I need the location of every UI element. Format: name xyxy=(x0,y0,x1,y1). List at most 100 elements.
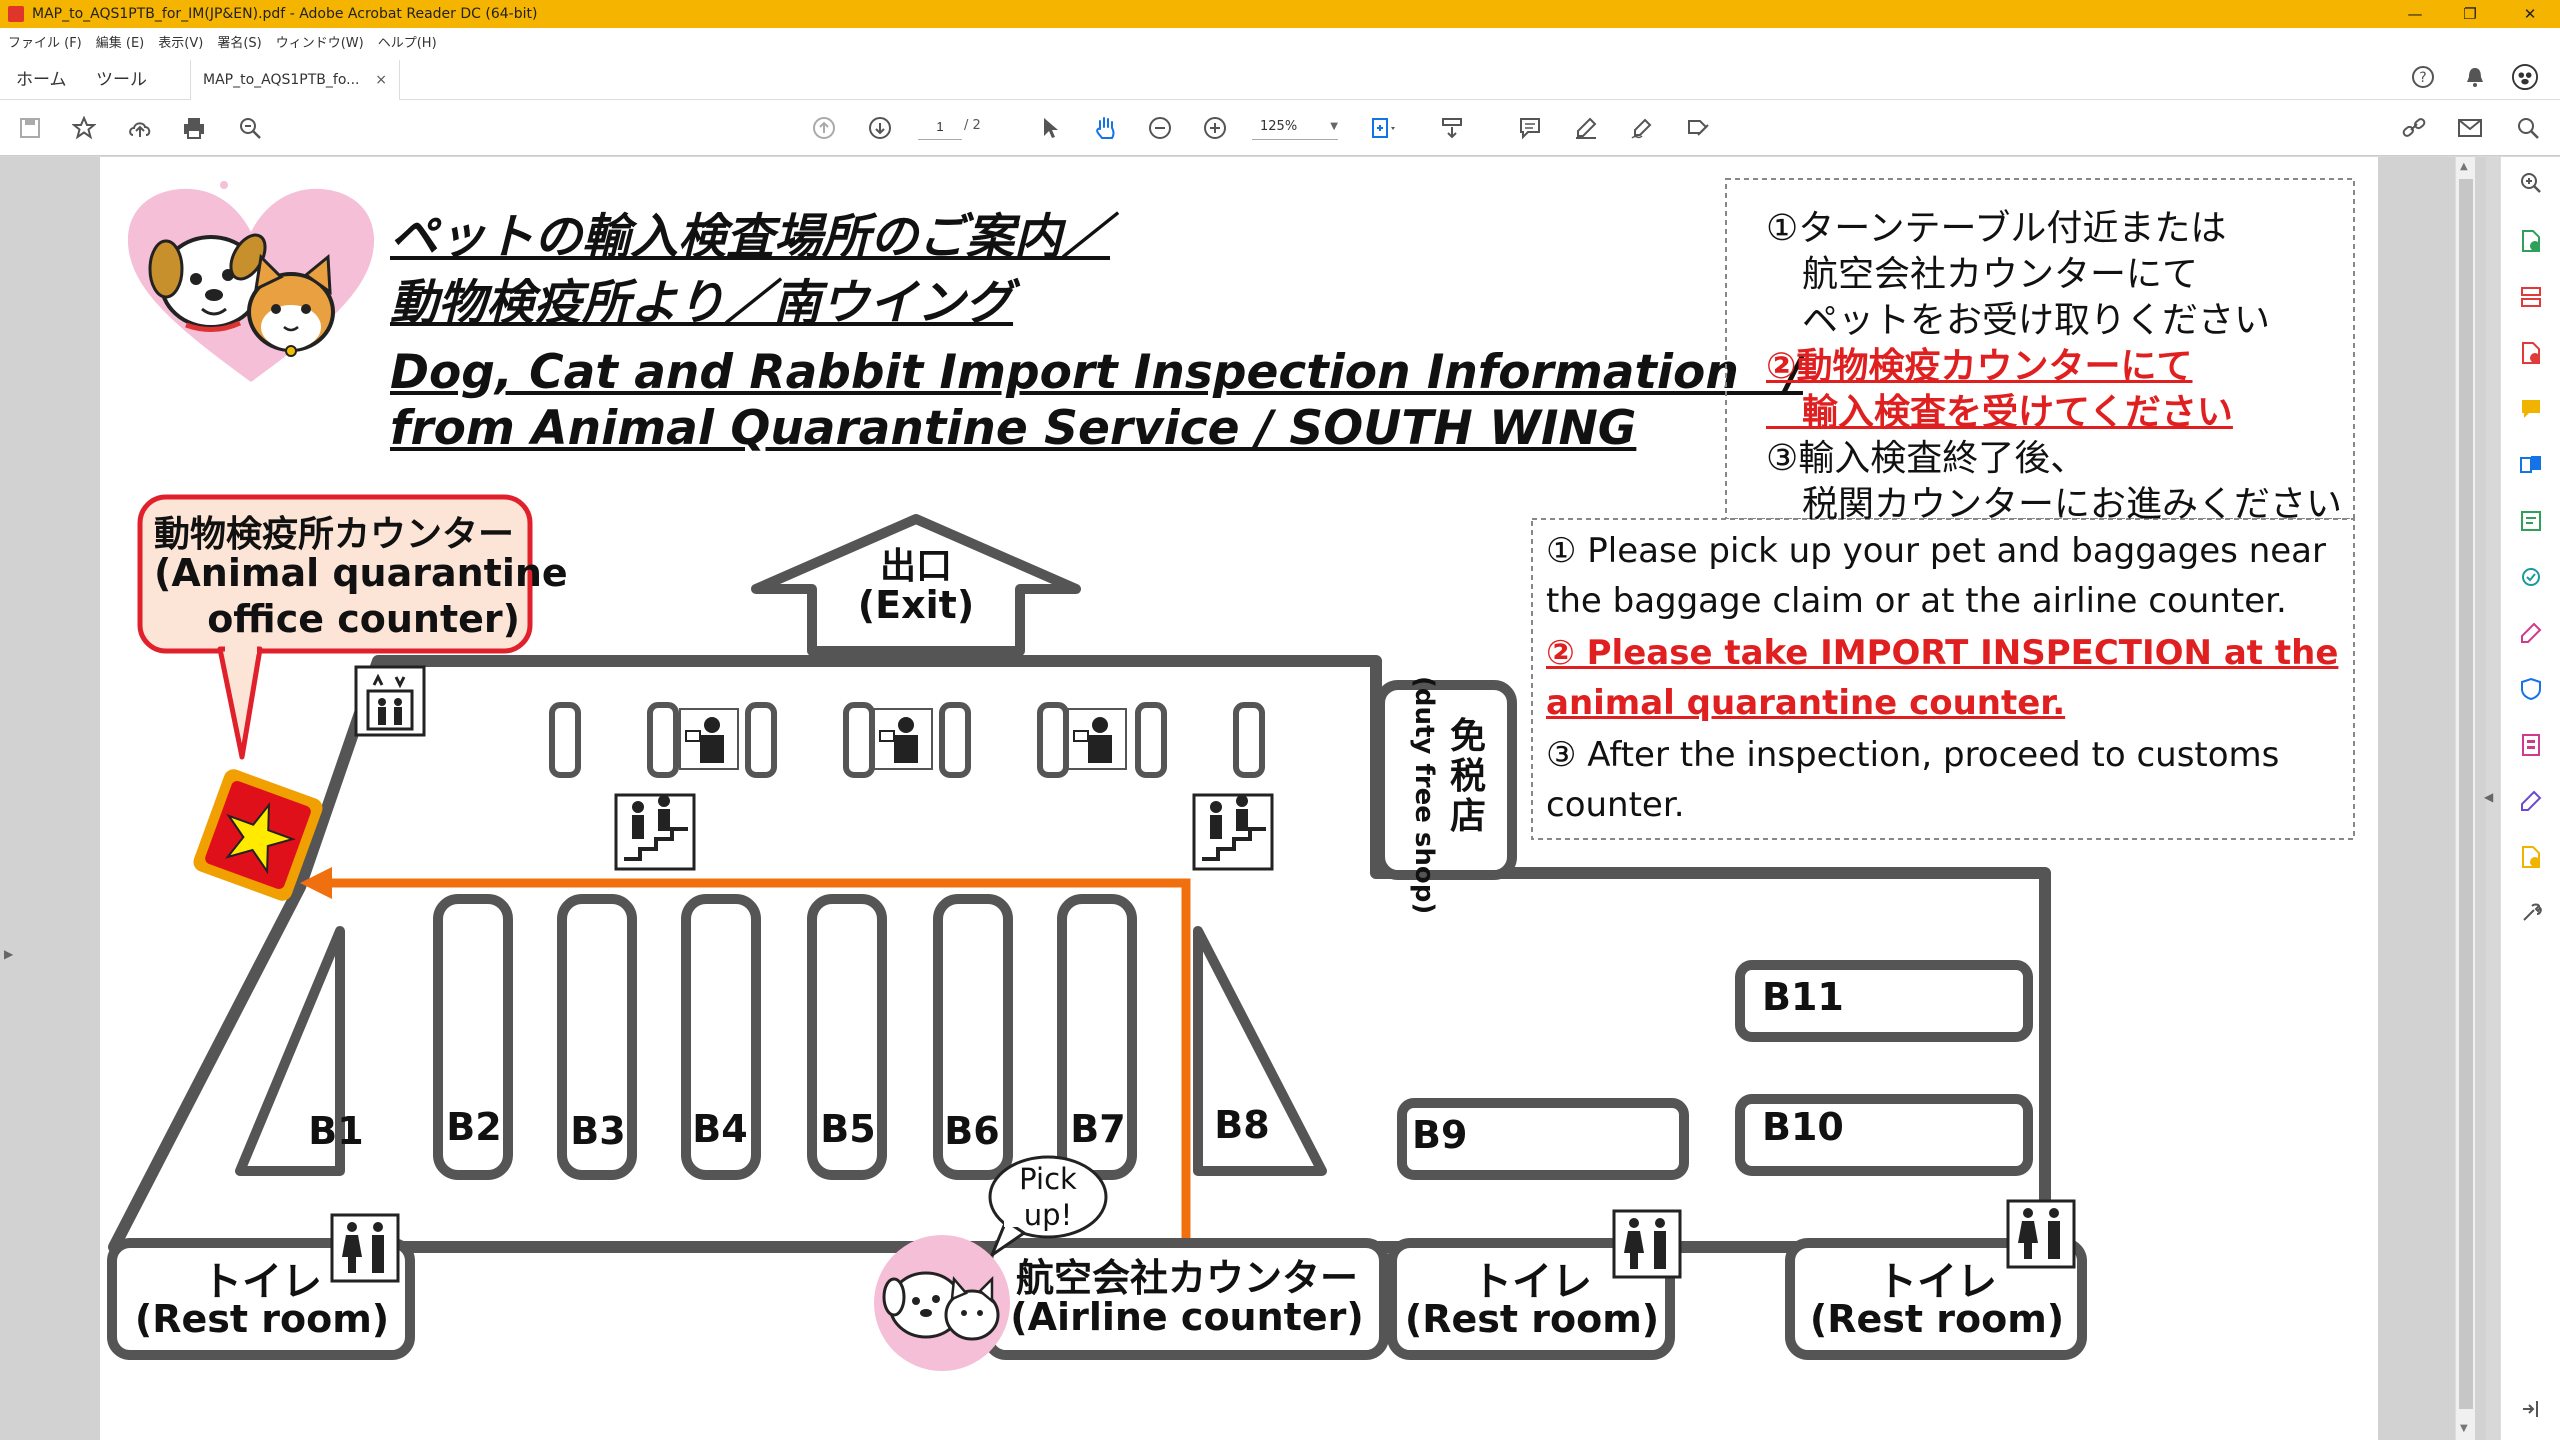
menu-view[interactable]: 表示(V) xyxy=(158,32,203,51)
page-total-label: / 2 xyxy=(964,118,981,133)
prepare-form-icon[interactable] xyxy=(2515,729,2547,761)
scroll-up-icon[interactable]: ▲ xyxy=(2460,161,2468,172)
scan-ocr-icon[interactable] xyxy=(2515,561,2547,593)
combine-files-icon[interactable] xyxy=(2515,449,2547,481)
next-page-icon[interactable] xyxy=(864,112,896,144)
menu-file[interactable]: ファイル (F) xyxy=(8,32,82,51)
right-tools-pane xyxy=(2500,157,2560,1440)
zoom-in-icon[interactable] xyxy=(1199,112,1231,144)
page-number-input[interactable] xyxy=(918,114,962,140)
jp-step-2b: 輸入検査を受けてください xyxy=(1766,392,2233,433)
vertical-scrollbar[interactable]: ▲ ▼ xyxy=(2455,157,2475,1440)
highlight-pen-icon[interactable] xyxy=(1570,112,1602,144)
belt-b8-label: B8 xyxy=(1214,1103,1270,1147)
fill-and-sign-icon[interactable] xyxy=(2515,617,2547,649)
save-icon[interactable] xyxy=(14,112,46,144)
menu-window[interactable]: ウィンドウ(W) xyxy=(276,32,364,51)
restroom-2-label-en: (Rest room) xyxy=(1404,1297,1660,1341)
print-icon[interactable] xyxy=(178,112,210,144)
scroll-down-icon[interactable]: ▼ xyxy=(2460,1423,2468,1434)
scrollbar-thumb[interactable] xyxy=(2459,179,2473,1409)
user-avatar-icon[interactable] xyxy=(2512,64,2538,90)
belt-b5-label: B5 xyxy=(820,1107,876,1151)
page-fit-icon[interactable] xyxy=(1368,112,1400,144)
en-step-2a: ② Please take IMPORT INSPECTION at the xyxy=(1546,633,2339,673)
belt-b9-label: B9 xyxy=(1412,1113,1468,1157)
edit-pdf-icon[interactable] xyxy=(2515,505,2547,537)
acrobat-app-icon xyxy=(8,6,24,22)
comment-icon[interactable] xyxy=(1514,112,1546,144)
protect-shield-icon[interactable] xyxy=(2515,673,2547,705)
jp-step-1b: 航空会社カウンターにて xyxy=(1766,254,2199,295)
pdf-page: ペットの輸入検査場所のご案内／ 動物検疫所より／南ウイング Dog, Cat a… xyxy=(100,157,2378,1440)
previous-page-icon[interactable] xyxy=(808,112,840,144)
collapse-pane-icon[interactable] xyxy=(2515,1393,2547,1425)
en-step-1b: the baggage claim or at the airline coun… xyxy=(1546,581,2287,621)
email-icon[interactable] xyxy=(2454,112,2486,144)
jp-step-2a: ②動物検疫カウンターにて xyxy=(1766,346,2193,387)
organize-pages-icon[interactable] xyxy=(2515,281,2547,313)
exit-label-en: (Exit) xyxy=(857,583,975,627)
aq-counter-label-jp: 動物検疫所カウンター xyxy=(154,514,515,555)
menu-sign[interactable]: 署名(S) xyxy=(217,32,261,51)
restroom-3-label-en: (Rest room) xyxy=(1809,1297,2065,1341)
escalator-icon-left xyxy=(614,793,696,871)
tab-home[interactable]: ホーム xyxy=(16,54,67,100)
belt-b6-label: B6 xyxy=(944,1109,1000,1153)
maximize-button[interactable]: ❐ xyxy=(2445,0,2495,28)
sign-pen-icon[interactable] xyxy=(1626,112,1658,144)
close-tab-icon[interactable]: × xyxy=(375,72,387,88)
title-bar: MAP_to_AQS1PTB_for_IM(JP&EN).pdf - Adobe… xyxy=(0,0,2560,28)
restroom-1-label-en: (Rest room) xyxy=(134,1297,390,1341)
zoom-tool-icon[interactable] xyxy=(2515,167,2547,199)
scroll-mode-icon[interactable] xyxy=(1436,112,1468,144)
search-zoom-icon[interactable] xyxy=(234,112,266,144)
belt-b2-label: B2 xyxy=(446,1105,502,1149)
en-step-1a: ① Please pick up your pet and baggages n… xyxy=(1546,531,2326,571)
dutyfree-label-jp: 免税店 xyxy=(1449,716,1486,837)
airline-counter-label-jp: 航空会社カウンター xyxy=(1015,1256,1358,1300)
hand-tool-icon[interactable] xyxy=(1090,112,1122,144)
menu-bar: ファイル (F) 編集 (E) 表示(V) 署名(S) ウィンドウ(W) ヘルプ… xyxy=(0,28,2560,54)
belt-b1-label: B1 xyxy=(308,1109,364,1153)
chevron-down-icon: ▼ xyxy=(1330,121,1338,132)
more-tools-icon[interactable] xyxy=(2515,897,2547,929)
zoom-out-icon[interactable] xyxy=(1144,112,1176,144)
exit-label-jp: 出口 xyxy=(879,546,952,587)
jp-step-1a: ①ターンテーブル付近または xyxy=(1766,208,2227,249)
create-pdf-icon[interactable] xyxy=(2515,337,2547,369)
request-signature-icon[interactable] xyxy=(2515,785,2547,817)
document-tab-label: MAP_to_AQS1PTB_fo... xyxy=(203,72,360,88)
close-window-button[interactable]: ✕ xyxy=(2505,0,2555,28)
notification-bell-icon[interactable] xyxy=(2462,64,2488,90)
aq-counter-label-en-1: (Animal quarantine xyxy=(154,551,568,595)
right-pane-collapse-icon[interactable]: ◀ xyxy=(2484,790,2493,804)
belt-b10-label: B10 xyxy=(1762,1105,1844,1149)
fill-sign-icon[interactable] xyxy=(1682,112,1714,144)
comment-tool-icon[interactable] xyxy=(2515,393,2547,425)
document-viewport[interactable]: ▶ ペットの輸入検査場所のご案内／ 動物検疫所より／南ウイング Dog, Cat… xyxy=(0,157,2486,1440)
en-step-3b: counter. xyxy=(1546,785,1685,825)
menu-edit[interactable]: 編集 (E) xyxy=(96,32,145,51)
zoom-level-select[interactable]: 125% ▼ xyxy=(1252,114,1338,140)
select-cursor-icon[interactable] xyxy=(1034,112,1066,144)
menu-help[interactable]: ヘルプ(H) xyxy=(378,32,437,51)
dutyfree-label-en: (duty free shop) xyxy=(1409,676,1439,915)
airline-counter-label-en: (Airline counter) xyxy=(1010,1295,1364,1339)
bookmark-star-icon[interactable] xyxy=(68,112,100,144)
tab-document[interactable]: MAP_to_AQS1PTB_fo... × xyxy=(190,60,400,100)
left-pane-expand-icon[interactable]: ▶ xyxy=(4,947,13,961)
upload-cloud-icon[interactable] xyxy=(124,112,156,144)
minimize-button[interactable]: — xyxy=(2390,0,2440,28)
escalator-icon-right xyxy=(1192,793,1274,871)
share-link-icon[interactable] xyxy=(2398,112,2430,144)
belt-b3-label: B3 xyxy=(570,1109,626,1153)
export-pdf-icon[interactable] xyxy=(2515,225,2547,257)
jp-step-3b: 税関カウンターにお進みください xyxy=(1766,484,2343,525)
help-icon[interactable]: ? xyxy=(2410,64,2436,90)
tab-tools[interactable]: ツール xyxy=(96,54,147,100)
jp-step-1c: ペットをお受け取りください xyxy=(1766,300,2271,341)
svg-text:?: ? xyxy=(2419,70,2426,86)
send-review-icon[interactable] xyxy=(2515,841,2547,873)
search-text-icon[interactable] xyxy=(2512,112,2544,144)
